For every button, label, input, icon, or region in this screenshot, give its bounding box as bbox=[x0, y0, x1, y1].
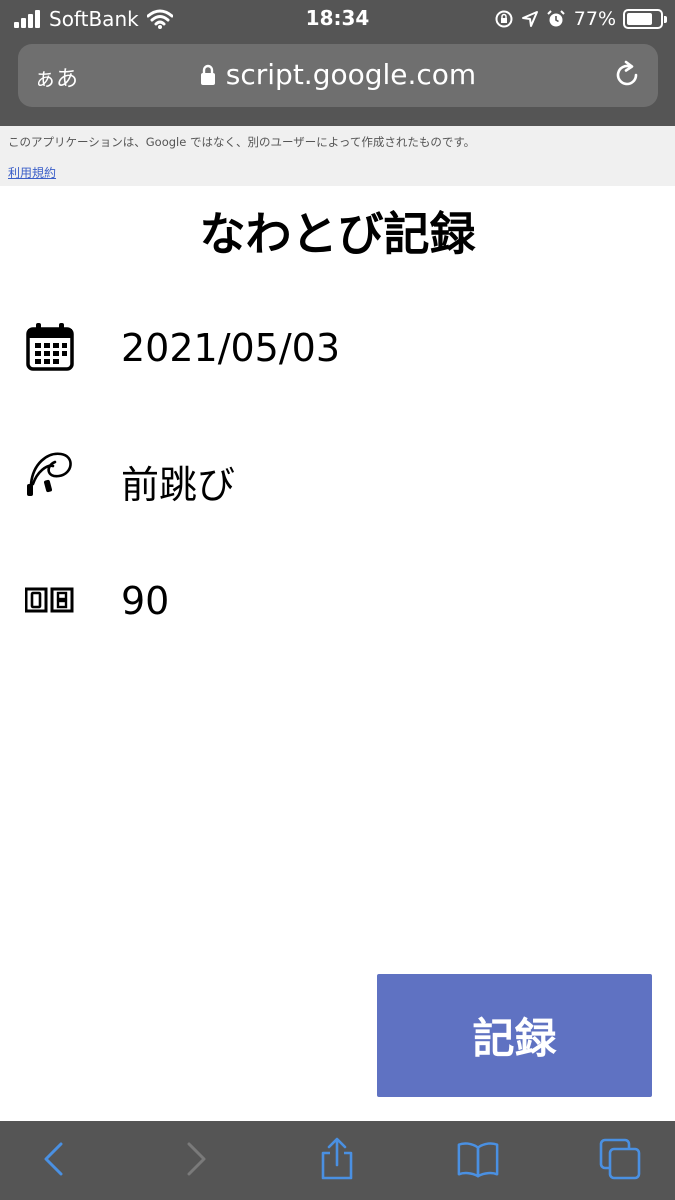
page-title: なわとび記録 bbox=[199, 207, 476, 261]
jump-rope-icon bbox=[27, 452, 72, 496]
orientation-lock-icon bbox=[495, 10, 513, 28]
count-row[interactable]: 90 bbox=[25, 575, 625, 635]
back-button[interactable] bbox=[31, 1137, 75, 1181]
count-value[interactable]: 90 bbox=[121, 579, 169, 623]
bookmarks-button[interactable] bbox=[456, 1137, 500, 1181]
date-value[interactable]: 2021/05/03 bbox=[121, 326, 340, 370]
battery-icon bbox=[623, 9, 667, 29]
jump-type-row[interactable]: 前跳び bbox=[25, 450, 625, 510]
browser-toolbar bbox=[0, 1121, 675, 1200]
location-icon bbox=[521, 11, 538, 27]
reload-icon[interactable] bbox=[612, 60, 642, 90]
address-bar[interactable]: ぁあ script.google.com bbox=[18, 44, 658, 107]
banner-notice: このアプリケーションは、Google ではなく、別のユーザーによって作成されたも… bbox=[8, 135, 476, 149]
calendar-icon bbox=[26, 323, 74, 371]
battery-level bbox=[627, 13, 652, 25]
battery-percent: 77% bbox=[573, 8, 616, 30]
chevron-left-icon bbox=[44, 1142, 63, 1176]
tabs-button[interactable] bbox=[598, 1137, 642, 1181]
alarm-icon bbox=[547, 10, 565, 27]
record-button[interactable]: 記録 bbox=[377, 974, 652, 1097]
share-button[interactable] bbox=[315, 1137, 359, 1181]
forward-button[interactable] bbox=[175, 1137, 219, 1181]
lock-icon bbox=[200, 64, 215, 85]
share-icon bbox=[321, 1137, 353, 1180]
terms-link[interactable]: 利用規約 bbox=[8, 164, 56, 181]
book-icon bbox=[457, 1142, 499, 1178]
status-right: 77% bbox=[487, 6, 667, 32]
status-bar: SoftBank 18:34 77% bbox=[0, 0, 675, 38]
date-row[interactable]: 2021/05/03 bbox=[25, 322, 625, 382]
browser-address-area: ぁあ script.google.com bbox=[0, 38, 675, 126]
url-text: script.google.com bbox=[225, 58, 477, 91]
tabs-icon bbox=[599, 1138, 641, 1180]
chevron-right-icon bbox=[187, 1142, 206, 1176]
url-display[interactable]: script.google.com bbox=[18, 58, 658, 91]
apps-script-banner: このアプリケーションは、Google ではなく、別のユーザーによって作成されたも… bbox=[0, 126, 675, 186]
jump-type-value[interactable]: 前跳び bbox=[121, 454, 235, 509]
counter-icon bbox=[25, 587, 74, 613]
